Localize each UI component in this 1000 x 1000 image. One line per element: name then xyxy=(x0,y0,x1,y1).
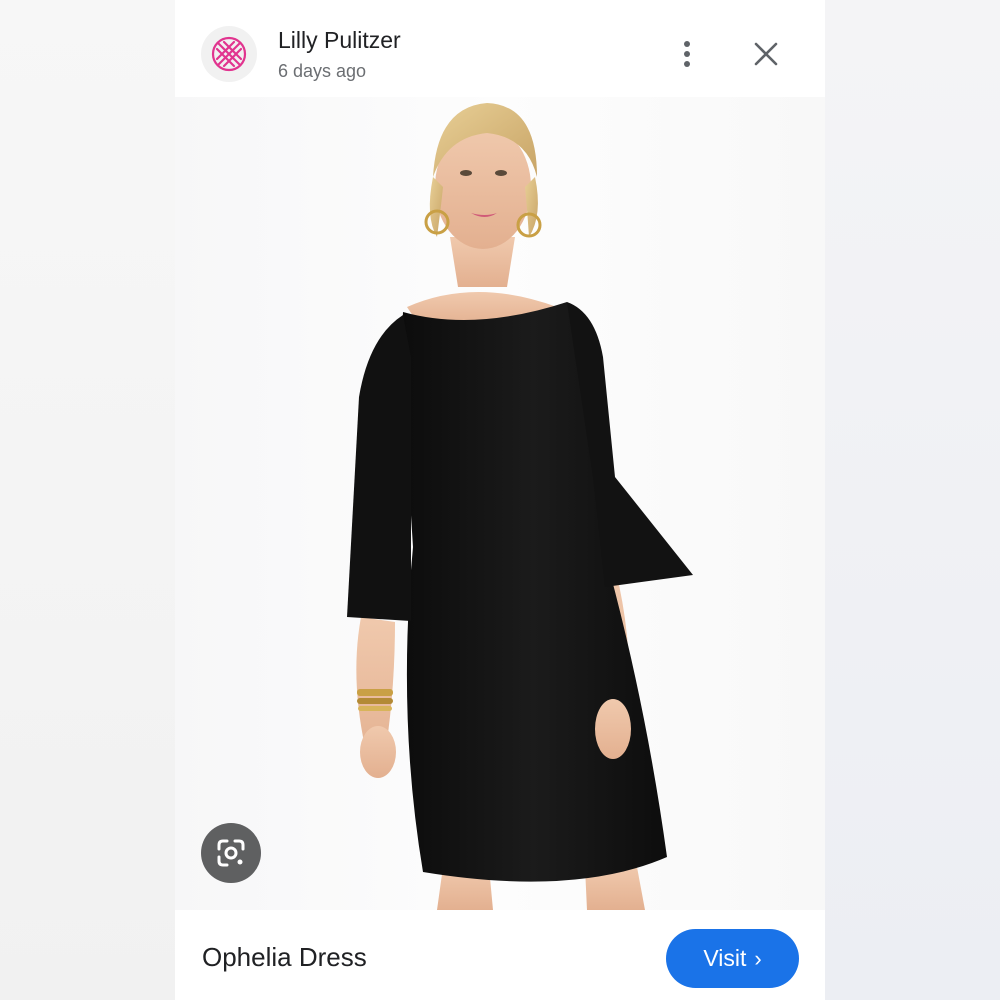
product-title[interactable]: Ophelia Dress xyxy=(202,942,367,973)
visit-button-label: Visit xyxy=(703,945,747,971)
google-lens-button[interactable] xyxy=(201,823,261,883)
timestamp: 6 days ago xyxy=(278,61,367,81)
image-preview-card: Lilly Pulitzer 6 days ago Ophelia Dress … xyxy=(175,0,825,1000)
preview-footer: Ophelia Dress Visit › xyxy=(175,910,825,1000)
more-options-button[interactable] xyxy=(667,34,707,74)
close-button[interactable] xyxy=(746,34,786,74)
page-background: Lilly Pulitzer 6 days ago Ophelia Dress … xyxy=(0,0,1000,1000)
source-name[interactable]: Lilly Pulitzer xyxy=(278,27,401,54)
more-vertical-icon xyxy=(684,41,690,67)
google-lens-icon xyxy=(217,839,245,867)
model-photo xyxy=(347,103,693,910)
preview-header: Lilly Pulitzer 6 days ago xyxy=(175,0,825,97)
left-background-panel xyxy=(0,0,175,1000)
lilly-pulitzer-logo-icon[interactable] xyxy=(201,26,257,82)
product-image[interactable] xyxy=(175,97,825,910)
close-icon xyxy=(754,42,778,66)
right-background-panel xyxy=(825,0,1000,1000)
chevron-right-icon: › xyxy=(754,946,762,971)
visit-button[interactable]: Visit › xyxy=(666,929,799,988)
